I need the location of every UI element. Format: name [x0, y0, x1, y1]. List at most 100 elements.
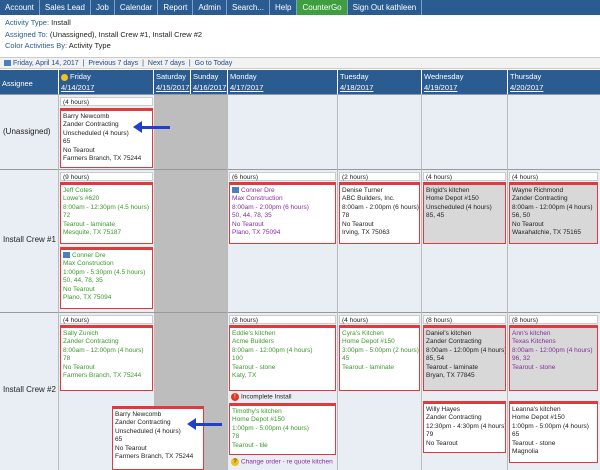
separator: | [142, 60, 144, 67]
day-date[interactable]: 4/16/2017 [193, 83, 226, 92]
activity-line: 65 [115, 436, 123, 444]
day-name: Tuesday [340, 72, 369, 81]
activity-line: Tearout - stone [512, 439, 556, 447]
assigned-label: Assigned To: [5, 29, 48, 39]
nav-admin[interactable]: Admin [193, 0, 228, 15]
note-text: Incomplete Install [241, 393, 292, 401]
activity-card[interactable]: Conner Dre Max Construction 8:00am - 2:00p… [229, 182, 336, 244]
change-order-note[interactable]: ? Change order - re quote kitchen [231, 458, 333, 467]
day-header-wednesday[interactable]: Wednesday 4/19/2017 [422, 70, 508, 94]
hours-total: (9 hours) [60, 172, 153, 181]
day-date[interactable]: 4/14/2017 [61, 83, 94, 92]
activity-card[interactable]: Eddie's kitchen Acme Builders 8:00am - 12:… [229, 325, 336, 391]
activity-card[interactable]: Denise Turner ABC Builders, Inc. 8:00am - … [339, 182, 420, 244]
activity-line: 1:00pm - 5:30pm (4.5 hours) [63, 268, 146, 276]
day-date[interactable]: 4/17/2017 [230, 83, 263, 92]
day-header-sunday[interactable]: Sunday 4/16/2017 [191, 70, 228, 94]
activity-card[interactable]: Jeff Cotes Lowe's #620 8:00am - 12:30pm (4… [60, 182, 153, 244]
activity-line: Wayne Richmond [512, 187, 564, 194]
nav-countergo[interactable]: CounterGo [297, 0, 348, 15]
activity-line: 8:00am - 2:00pm (6 hours) [342, 203, 419, 211]
nav-report[interactable]: Report [158, 0, 194, 15]
day-header-saturday[interactable]: Saturday 4/15/2017 [154, 70, 191, 94]
nav-calendar[interactable]: Calendar [115, 0, 159, 15]
activity-line: Sally Zunich [63, 330, 99, 337]
hours-total: (4 hours) [60, 315, 153, 324]
go-to-today-link[interactable]: Go to Today [195, 60, 233, 67]
activity-card[interactable]: Ann's kitchen Texas Kitchens 8:00am - 12:0… [509, 325, 598, 391]
incomplete-install-note[interactable]: ! Incomplete Install [231, 393, 292, 402]
activity-line: 100 [232, 355, 243, 363]
activity-line: No Tearout [512, 220, 544, 228]
hours-total: (2 hours) [339, 172, 420, 181]
day-name: Thursday [510, 72, 542, 81]
color-value: Activity Type [68, 41, 111, 50]
activity-card[interactable]: Timothy's kitchen Home Depot #150 1:00pm -… [229, 403, 336, 455]
activity-line: Tearout - tile [232, 441, 268, 449]
day-header-monday[interactable]: Monday 4/17/2017 [228, 70, 338, 94]
previous-7-days-link[interactable]: Previous 7 days [88, 60, 138, 67]
activity-line: 96, 32 [512, 355, 531, 363]
color-label: Color Activities By: [5, 41, 68, 50]
activity-card[interactable]: Brigid's kitchen Home Depot #150 Unschedul… [423, 182, 506, 244]
separator: | [82, 60, 85, 67]
activity-card[interactable]: Wayne Richmond Zander Contracting 8:00am -… [509, 182, 598, 244]
activity-line: 1:00pm - 5:00pm (4 hours) [232, 424, 309, 432]
assigned-value: (Unassigned), Install Crew #1, Install C… [49, 29, 203, 39]
day-date[interactable]: 4/20/2017 [510, 83, 543, 92]
activity-card-dragging[interactable]: Barry Newcomb Zander Contracting Unschedul… [112, 406, 204, 470]
activity-line: 8:00am - 12:00pm (4 hours) [512, 203, 593, 211]
activity-card[interactable]: Daniel's kitchen Zander Contracting 8:00am… [423, 325, 506, 391]
day-header-thursday[interactable]: Thursday 4/20/2017 [508, 70, 600, 94]
calendar-icon[interactable] [4, 60, 11, 67]
activity-line: Zander Contracting [426, 338, 482, 346]
activity-card[interactable]: Barry Newcomb Zander Contracting Unschedul… [60, 108, 153, 168]
activity-card[interactable]: Sally Zunich Zander Contracting 8:00am - 1… [60, 325, 153, 391]
next-7-days-link[interactable]: Next 7 days [148, 60, 185, 67]
activity-line: Katy, TX [232, 372, 257, 380]
hours-total: (8 hours) [509, 315, 598, 324]
activity-card[interactable]: Willy Hayes Zander Contracting 12:30pm - 4… [423, 401, 506, 453]
activity-line: No Tearout [63, 285, 95, 293]
activity-line: 78 [63, 355, 71, 363]
activity-line: 78 [232, 433, 240, 441]
nav-sales-lead[interactable]: Sales Lead [40, 0, 91, 15]
activity-card[interactable]: Leanna's kitchen Home Depot #150 1:00pm - … [509, 401, 598, 463]
arrow-annotation [133, 121, 170, 133]
activity-card[interactable]: Conner Dre Max Construction 1:00pm - 5:30p… [60, 247, 153, 309]
activity-line: Conner Dre [241, 187, 275, 194]
nav-search[interactable]: Search... [227, 0, 271, 15]
column-divider [507, 94, 508, 470]
nav-help[interactable]: Help [270, 0, 298, 15]
activity-line: Tearout - laminate [63, 220, 116, 228]
activity-line: Unscheduled (4 hours) [426, 203, 492, 211]
day-date[interactable]: 4/18/2017 [340, 83, 373, 92]
activity-line: 45 [342, 355, 350, 363]
day-header-friday[interactable]: Friday 4/14/2017 [59, 70, 154, 94]
day-date[interactable]: 4/15/2017 [156, 83, 189, 92]
activity-line: Plano, TX 75094 [63, 294, 112, 302]
day-name: Monday [230, 72, 257, 81]
activity-line: Home Depot #150 [512, 414, 565, 422]
current-date: Friday, April 14, 2017 [13, 60, 79, 67]
activity-line: Tearout - stone [232, 363, 276, 371]
activity-line: Daniel's kitchen [426, 330, 472, 337]
activity-line: Brigid's kitchen [426, 187, 470, 194]
nav-account[interactable]: Account [0, 0, 40, 15]
column-divider [227, 94, 228, 470]
activity-line: No Tearout [63, 363, 95, 371]
activity-line: 1:00pm - 5:00pm (4 hours) [512, 422, 589, 430]
day-header-tuesday[interactable]: Tuesday 4/18/2017 [338, 70, 422, 94]
activity-card[interactable]: Cyra's Kitchen Home Depot #150 3:00pm - 5:… [339, 325, 420, 391]
activity-line: Plano, TX 75094 [232, 229, 281, 237]
nav-job[interactable]: Job [91, 0, 115, 15]
hours-total: (4 hours) [339, 315, 420, 324]
activity-line: 65 [512, 431, 520, 439]
nav-sign-out[interactable]: Sign Out kathleen [348, 0, 423, 15]
top-nav: Account Sales Lead Job Calendar Report A… [0, 0, 600, 15]
activity-line: Max Construction [63, 260, 114, 268]
activity-line: Home Depot #150 [342, 338, 395, 346]
activity-line: 72 [63, 212, 71, 220]
day-date[interactable]: 4/19/2017 [424, 83, 457, 92]
activity-line: Jeff Cotes [63, 187, 93, 194]
